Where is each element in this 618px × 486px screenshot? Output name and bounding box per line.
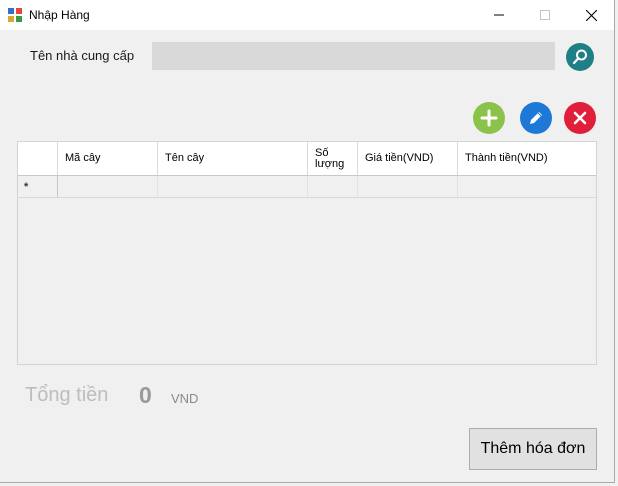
total-unit: VND [171, 391, 199, 406]
title-bar[interactable]: Nhập Hàng [0, 0, 614, 30]
cell-ten-cay[interactable] [158, 176, 308, 197]
cell-ma-cay[interactable] [58, 176, 158, 197]
minimize-button[interactable] [476, 0, 522, 30]
column-header-label: Mã cây [65, 152, 101, 164]
column-header-so-luong[interactable]: Số lượng [308, 142, 358, 175]
cell-so-luong[interactable] [308, 176, 358, 197]
x-icon [573, 111, 587, 125]
minimize-icon [494, 14, 504, 16]
pencil-icon [530, 112, 542, 124]
cell-gia-tien[interactable] [358, 176, 458, 197]
grid-header: Mã cây Tên cây Số lượng Giá tiền(VND) Th… [18, 142, 596, 176]
cell-thanh-tien[interactable] [458, 176, 596, 197]
products-grid[interactable]: Mã cây Tên cây Số lượng Giá tiền(VND) Th… [17, 141, 597, 365]
total-value: 0 [139, 382, 152, 408]
supplier-input[interactable] [152, 42, 555, 70]
column-header-label: Số lượng [315, 146, 345, 170]
search-button[interactable] [566, 43, 594, 71]
search-icon [572, 49, 587, 65]
edit-row-button[interactable] [520, 102, 552, 134]
column-header-thanh-tien[interactable]: Thành tiền(VND) [458, 142, 596, 175]
column-header-label: Thành tiền(VND) [465, 152, 548, 164]
delete-row-button[interactable] [564, 102, 596, 134]
close-icon [585, 9, 597, 21]
app-icon [8, 8, 22, 22]
add-invoice-button[interactable]: Thêm hóa đơn [469, 428, 597, 470]
window-title: Nhập Hàng [29, 8, 90, 22]
import-goods-window: Nhập Hàng Tên nhà cung cấp Mã cây Tên câ… [0, 0, 615, 483]
add-row-button[interactable] [473, 102, 505, 134]
column-header-ma-cay[interactable]: Mã cây [58, 142, 158, 175]
new-row[interactable]: * [18, 176, 596, 198]
plus-icon [480, 109, 498, 127]
row-header-corner[interactable] [18, 142, 58, 175]
new-row-marker: * [18, 176, 58, 197]
maximize-icon [540, 10, 550, 20]
close-button[interactable] [568, 0, 614, 30]
column-header-label: Tên cây [165, 152, 205, 164]
column-header-label: Giá tiền(VND) [365, 152, 434, 164]
column-header-ten-cay[interactable]: Tên cây [158, 142, 308, 175]
supplier-label: Tên nhà cung cấp [30, 48, 135, 63]
total-label: Tổng tiền [25, 384, 109, 406]
maximize-button [522, 0, 568, 30]
column-header-gia-tien[interactable]: Giá tiền(VND) [358, 142, 458, 175]
